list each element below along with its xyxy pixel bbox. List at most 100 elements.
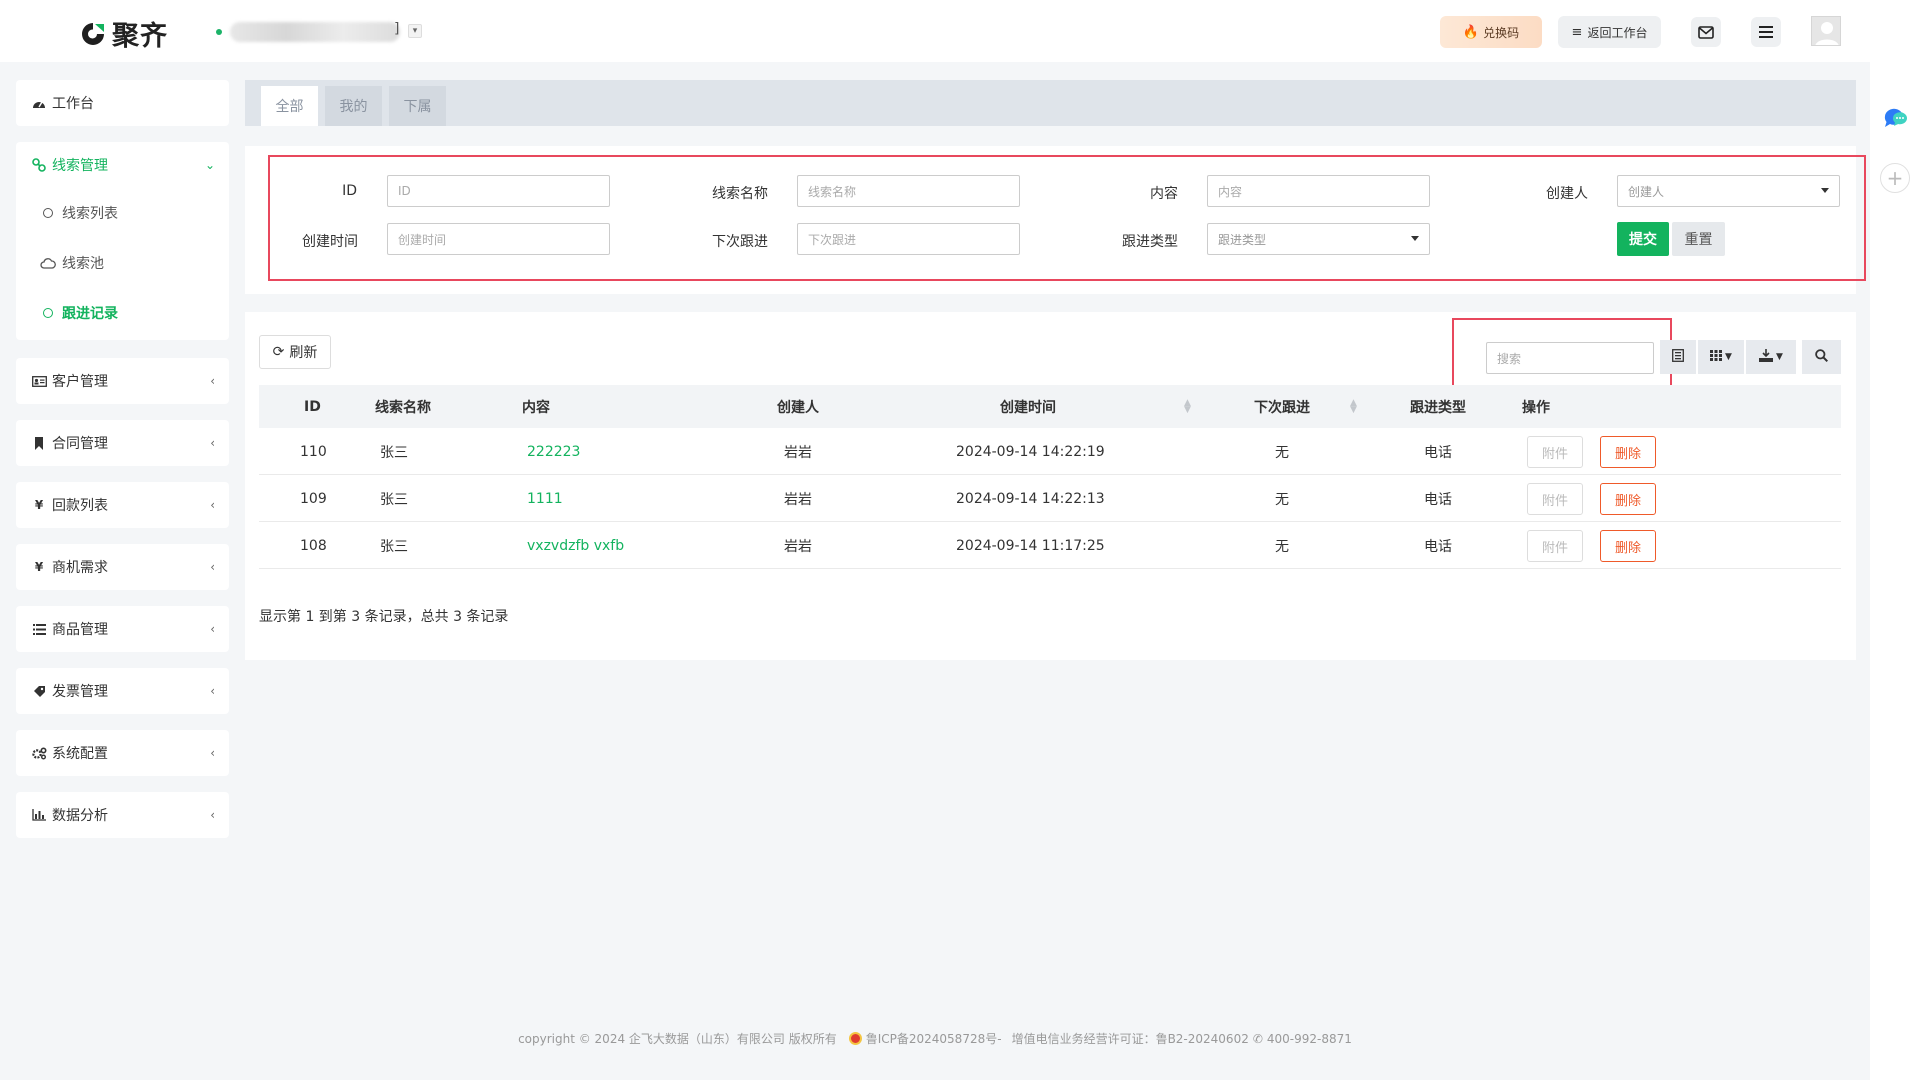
sidebar-item-leads-management[interactable]: 线索管理 ⌄ (16, 142, 229, 188)
top-header: 聚齐 ] ▾ 🔥 兑换码 ≡ 返回工作台 (0, 0, 1920, 62)
table-row[interactable]: 110 张三 222223 岩岩 2024-09-14 14:22:19 无 电… (259, 428, 1841, 475)
cell-follow-type: 电话 (1424, 491, 1452, 508)
reset-button[interactable]: 重置 (1672, 222, 1725, 256)
sidebar-subitem-leads-list[interactable]: 线索列表 (16, 188, 229, 238)
sort-icon[interactable]: ▲ ▼ (1350, 399, 1357, 415)
table-row[interactable]: 108 张三 vxzvdzfb vxfb 岩岩 2024-09-14 11:17… (259, 522, 1841, 569)
refresh-button[interactable]: ⟳ 刷新 (259, 335, 331, 369)
brand-logo[interactable]: 聚齐 (78, 14, 168, 53)
tab-mine[interactable]: 我的 (325, 86, 382, 126)
cell-content-link[interactable]: 1111 (527, 475, 563, 522)
redeem-code-button[interactable]: 🔥 兑换码 (1440, 16, 1542, 48)
sidebar-item-opportunity[interactable]: ¥ 商机需求 ‹ (16, 544, 229, 590)
column-header-follow-type[interactable]: 跟进类型 (1410, 385, 1466, 428)
sidebar-item-label: 商机需求 (52, 560, 108, 576)
footer-icp-link[interactable]: 鲁ICP备2024058728号- (866, 1030, 1002, 1047)
cell-creator: 岩岩 (784, 538, 812, 555)
column-header-lead-name[interactable]: 线索名称 (375, 385, 431, 428)
cell-id: 110 (300, 443, 327, 460)
tab-subordinates[interactable]: 下属 (389, 86, 446, 126)
user-avatar[interactable] (1811, 16, 1841, 46)
account-name-suffix: ] (394, 21, 400, 37)
filter-content-label: 内容 (1150, 186, 1178, 202)
filter-creator-select[interactable]: 创建人 (1617, 175, 1840, 207)
delete-button[interactable]: 删除 (1600, 436, 1656, 468)
sidebar-item-system-config[interactable]: 系统配置 ‹ (16, 730, 229, 776)
sidebar-item-contract-management[interactable]: 合同管理 ‹ (16, 420, 229, 466)
tab-all[interactable]: 全部 (261, 86, 318, 126)
sidebar-subitem-follow-records[interactable]: 跟进记录 (16, 288, 229, 338)
filter-follow-type-select[interactable]: 跟进类型 (1207, 223, 1430, 255)
delete-button[interactable]: 删除 (1600, 530, 1656, 562)
cell-content-link[interactable]: vxzvdzfb vxfb (527, 522, 624, 569)
mail-icon[interactable] (1691, 17, 1721, 47)
column-header-next-follow[interactable]: 下次跟进 (1254, 385, 1310, 428)
table-header: ID 线索名称 内容 创建人 创建时间 ▲ ▼ 下次跟进 ▲ ▼ 跟进类型 操作 (259, 385, 1841, 428)
brand-mark-icon (78, 19, 108, 49)
footer-license: 增值电信业务经营许可证：鲁B2-20240602 (1011, 1032, 1249, 1046)
redacted-account-name[interactable] (230, 22, 400, 42)
sidebar-item-customer-management[interactable]: 客户管理 ‹ (16, 358, 229, 404)
back-to-workbench-button[interactable]: ≡ 返回工作台 (1558, 16, 1661, 48)
table-row[interactable]: 109 张三 1111 岩岩 2024-09-14 14:22:13 无 电话 … (259, 475, 1841, 522)
column-header-creator[interactable]: 创建人 (777, 385, 819, 428)
filter-follow-type-label: 跟进类型 (1122, 234, 1178, 250)
circle-icon (40, 308, 56, 318)
refresh-label: 刷新 (289, 345, 318, 361)
gears-icon (31, 746, 47, 760)
advanced-search-button[interactable] (1802, 340, 1841, 374)
filter-creator-placeholder: 创建人 (1628, 184, 1665, 199)
sidebar-item-workbench[interactable]: 工作台 (16, 80, 229, 126)
toggle-card-view-button[interactable] (1660, 340, 1696, 374)
sidebar-opportunity-card: ¥ 商机需求 ‹ (16, 544, 229, 590)
sort-icon[interactable]: ▲ ▼ (1184, 399, 1191, 415)
cloud-icon (40, 257, 56, 269)
sidebar-item-data-analysis[interactable]: 数据分析 ‹ (16, 792, 229, 838)
sidebar-item-label: 客户管理 (52, 374, 108, 390)
filter-content-input[interactable]: 内容 (1207, 175, 1430, 207)
attachment-button[interactable]: 附件 (1527, 530, 1583, 562)
grid-columns-icon (1710, 349, 1723, 365)
yen-icon: ¥ (34, 560, 44, 574)
attachment-button[interactable]: 附件 (1527, 483, 1583, 515)
submit-button[interactable]: 提交 (1617, 222, 1669, 256)
cell-content-link[interactable]: 222223 (527, 428, 580, 475)
filter-created-time-input[interactable]: 创建时间 (387, 223, 610, 255)
cell-next-follow: 无 (1275, 538, 1289, 555)
menu-lines-icon: ≡ (1571, 24, 1583, 40)
attachment-button[interactable]: 附件 (1527, 436, 1583, 468)
tag-icon (31, 685, 47, 698)
delete-button[interactable]: 删除 (1600, 483, 1656, 515)
export-button[interactable]: ▼ (1746, 340, 1796, 374)
filter-id-input[interactable]: ID (387, 175, 610, 207)
account-dropdown-icon[interactable]: ▾ (408, 24, 422, 38)
column-header-id[interactable]: ID (304, 385, 321, 428)
cell-created-time: 2024-09-14 14:22:13 (956, 490, 1105, 507)
column-header-actions: 操作 (1522, 399, 1550, 416)
chevron-down-icon: ▼ (1725, 352, 1732, 362)
chat-assistant-icon[interactable] (1882, 106, 1908, 128)
column-header-content[interactable]: 内容 (522, 385, 550, 428)
sidebar-item-product-management[interactable]: 商品管理 ‹ (16, 606, 229, 652)
hamburger-menu-icon[interactable] (1751, 17, 1781, 47)
sidebar-contract-card: 合同管理 ‹ (16, 420, 229, 466)
cell-lead-name: 张三 (380, 444, 408, 461)
sidebar-item-invoice-management[interactable]: 发票管理 ‹ (16, 668, 229, 714)
sidebar-subitem-leads-pool[interactable]: 线索池 (16, 238, 229, 288)
add-widget-button[interactable]: + (1880, 163, 1910, 193)
columns-toggle-button[interactable]: ▼ (1698, 340, 1744, 374)
column-header-created-time[interactable]: 创建时间 (1000, 385, 1056, 428)
chevron-left-icon: ‹ (210, 560, 215, 574)
chevron-down-icon: ▼ (1776, 352, 1783, 362)
chevron-left-icon: ‹ (210, 684, 215, 698)
table-search-input[interactable]: 搜索 (1486, 342, 1654, 374)
cell-next-follow: 无 (1275, 444, 1289, 461)
sidebar-item-payment-list[interactable]: ¥ 回款列表 ‹ (16, 482, 229, 528)
dashboard-gauge-icon (31, 98, 47, 109)
filter-next-follow-input[interactable]: 下次跟进 (797, 223, 1020, 255)
filter-lead-name-input[interactable]: 线索名称 (797, 175, 1020, 207)
cell-id: 109 (300, 490, 327, 507)
sidebar-subitem-label: 跟进记录 (62, 306, 118, 322)
sidebar-customer-card: 客户管理 ‹ (16, 358, 229, 404)
online-status-dot (216, 29, 222, 35)
